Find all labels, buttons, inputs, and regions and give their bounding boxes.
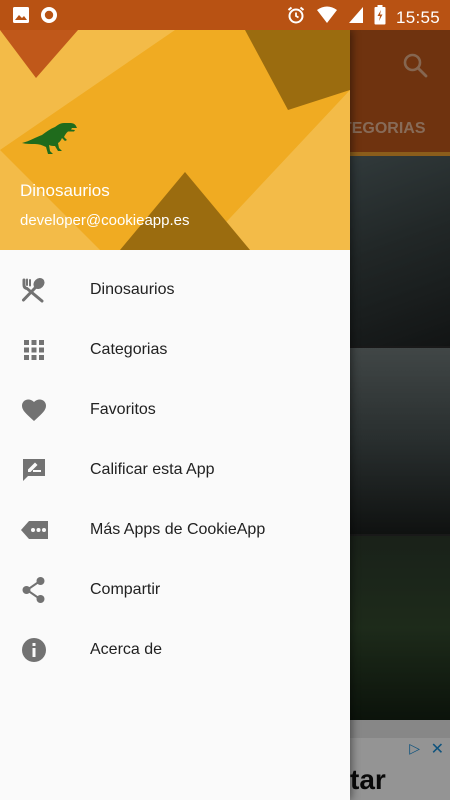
wifi-icon	[316, 6, 338, 29]
fork-spoon-icon	[0, 276, 90, 304]
menu-item-label: Compartir	[90, 581, 161, 598]
battery-charging-icon	[374, 5, 386, 30]
drawer-menu: Dinosaurios Categorias Favoritos Calific…	[0, 260, 350, 680]
menu-item-label: Más Apps de CookieApp	[90, 521, 266, 538]
menu-item-dinosaurios[interactable]: Dinosaurios	[0, 260, 350, 320]
navigation-drawer: Dinosaurios developer@cookieapp.es Dinos…	[0, 30, 350, 800]
image-icon	[12, 6, 30, 29]
record-icon	[40, 6, 58, 29]
signal-icon	[348, 6, 364, 29]
menu-item-label: Acerca de	[90, 641, 163, 658]
menu-item-favoritos[interactable]: Favoritos	[0, 380, 350, 440]
menu-item-compartir[interactable]: Compartir	[0, 560, 350, 620]
alarm-icon	[286, 5, 306, 30]
grid-icon	[0, 336, 90, 364]
menu-item-mas-apps[interactable]: Más Apps de CookieApp	[0, 500, 350, 560]
menu-item-label: Favoritos	[90, 401, 156, 418]
rate-review-icon	[0, 456, 90, 484]
menu-item-label: Calificar esta App	[90, 461, 215, 478]
menu-item-label: Categorias	[90, 341, 168, 358]
heart-icon	[0, 396, 90, 424]
dinosaur-icon	[20, 120, 78, 161]
drawer-header: Dinosaurios developer@cookieapp.es	[0, 30, 350, 250]
header-email: developer@cookieapp.es	[20, 212, 190, 229]
info-icon	[0, 636, 90, 664]
menu-item-calificar[interactable]: Calificar esta App	[0, 440, 350, 500]
menu-item-acerca-de[interactable]: Acerca de	[0, 620, 350, 680]
more-tag-icon	[0, 516, 90, 544]
status-bar: 15:55	[0, 0, 450, 30]
clock: 15:55	[395, 7, 440, 27]
menu-item-categorias[interactable]: Categorias	[0, 320, 350, 380]
header-app-name: Dinosaurios	[20, 181, 110, 200]
menu-item-label: Dinosaurios	[90, 281, 175, 298]
share-icon	[0, 576, 90, 604]
